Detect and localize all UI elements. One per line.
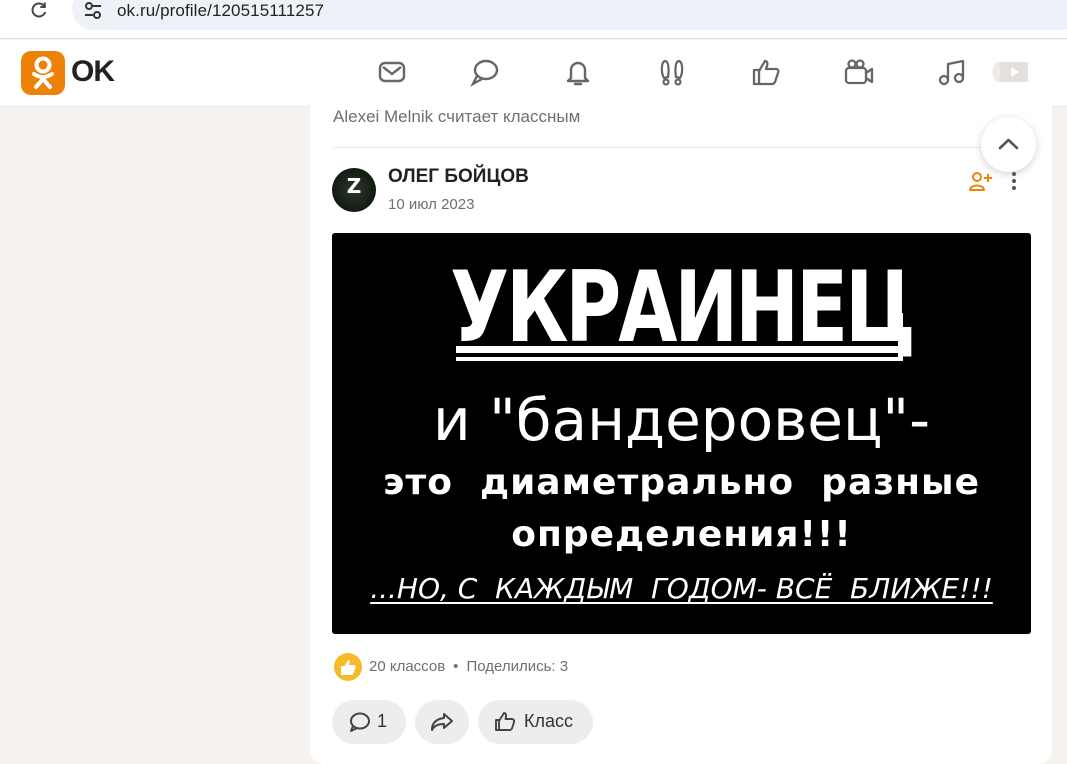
comment-button[interactable]: 1	[332, 700, 406, 744]
comment-count: 1	[377, 711, 388, 731]
video-icon[interactable]	[843, 56, 875, 88]
likes-count[interactable]: 20 классов	[369, 658, 445, 675]
image-underline	[456, 346, 906, 353]
separator-dot: •	[453, 658, 459, 675]
like-button[interactable]: Класс	[478, 700, 593, 744]
notifications-icon[interactable]	[562, 56, 594, 88]
share-icon	[431, 713, 453, 731]
ok-logo-icon[interactable]	[21, 51, 65, 95]
events-icon[interactable]	[750, 56, 782, 88]
logo-text[interactable]: OK	[71, 55, 115, 89]
post-date[interactable]: 10 июл 2023	[388, 196, 474, 213]
avatar[interactable]: Z	[332, 168, 376, 212]
add-friend-icon[interactable]	[968, 170, 992, 192]
image-underline-edge	[898, 313, 903, 361]
image-underline-shadow	[456, 357, 901, 361]
like-badge-icon[interactable]	[334, 653, 362, 681]
reload-icon[interactable]	[28, 0, 50, 22]
post-stats: 20 классов • Поделились: 3	[369, 658, 568, 675]
like-button-label: Класс	[524, 711, 573, 731]
video-showcase-icon[interactable]	[990, 58, 1030, 86]
image-text-line-3: это диаметрально разные	[383, 462, 980, 503]
share-button[interactable]	[415, 700, 469, 744]
site-header	[0, 40, 1067, 107]
image-text-line-4: определения!!!	[511, 514, 852, 555]
guests-icon[interactable]	[656, 56, 688, 88]
avatar-letter: Z	[346, 174, 362, 198]
music-icon[interactable]	[936, 56, 968, 88]
messages-icon[interactable]	[376, 56, 408, 88]
thumbs-up-icon	[495, 712, 516, 731]
activity-text[interactable]: Alexei Melnik считает классным	[333, 107, 580, 127]
site-settings-icon[interactable]	[82, 0, 104, 22]
comment-icon	[350, 712, 370, 732]
url-text[interactable]: ok.ru/profile/120515111257	[117, 1, 324, 21]
shares-count[interactable]: Поделились: 3	[466, 658, 568, 675]
more-options-icon[interactable]	[1005, 170, 1023, 192]
post-image[interactable]: УКРАИНЕЦ и "бандеровец"- это диаметральн…	[332, 233, 1031, 634]
image-text-line-2: и "бандеровец"-	[432, 386, 931, 454]
discussions-icon[interactable]	[469, 56, 501, 88]
image-text-line-5: ...НО, С КАЖДЫМ ГОДОМ- ВСЁ БЛИЖЕ!!!	[370, 572, 993, 605]
browser-toolbar: ok.ru/profile/120515111257	[0, 0, 1067, 39]
chevron-up-icon	[998, 138, 1019, 150]
divider	[333, 147, 1033, 148]
post-author[interactable]: ОЛЕГ БОЙЦОВ	[388, 166, 529, 188]
scroll-to-top-button[interactable]	[981, 117, 1036, 172]
